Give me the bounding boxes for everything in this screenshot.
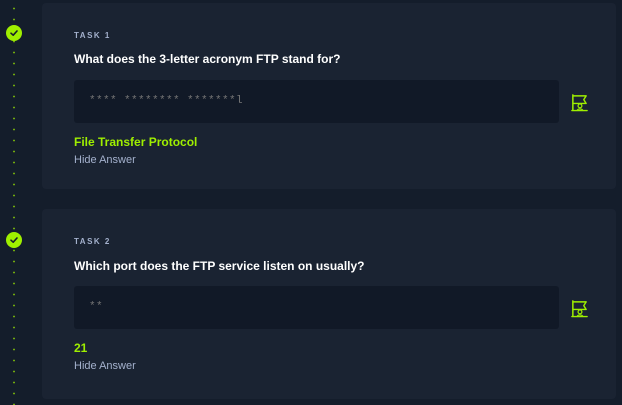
hide-answer-link[interactable]: Hide Answer [74, 154, 136, 166]
hide-answer-link[interactable]: Hide Answer [74, 360, 136, 372]
answer-input[interactable] [89, 80, 529, 123]
task-1-completed-check-icon [6, 25, 22, 41]
task-question: What does the 3-letter acronym FTP stand… [74, 52, 341, 66]
flag-icon [570, 93, 588, 111]
task-label: TASK 1 [74, 31, 111, 40]
timeline-dots [13, 0, 15, 405]
task-label: TASK 2 [74, 237, 111, 246]
answer-field [74, 286, 559, 329]
task-card-1: TASK 1 What does the 3-letter acronym FT… [42, 3, 616, 189]
answer-input[interactable] [89, 286, 529, 329]
submit-flag-button[interactable] [569, 298, 589, 318]
task-card-2: TASK 2 Which port does the FTP service l… [42, 209, 616, 399]
revealed-answer: File Transfer Protocol [74, 135, 198, 149]
submit-flag-button[interactable] [569, 92, 589, 112]
flag-icon [570, 299, 588, 317]
task-question: Which port does the FTP service listen o… [74, 259, 365, 273]
answer-field [74, 80, 559, 123]
task-2-completed-check-icon [6, 232, 22, 248]
revealed-answer: 21 [74, 341, 88, 355]
